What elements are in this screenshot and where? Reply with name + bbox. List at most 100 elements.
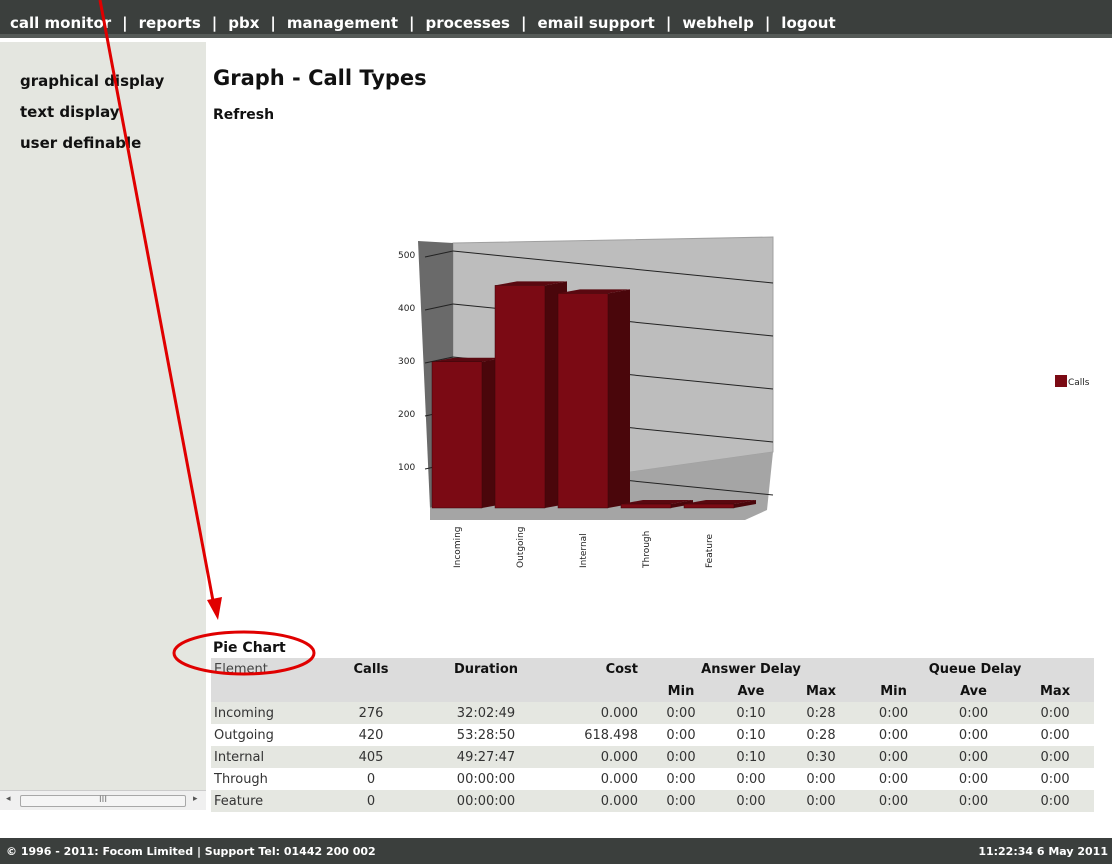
- table-cell: 0:00: [806, 771, 836, 787]
- refresh-link[interactable]: Refresh: [213, 107, 274, 123]
- table-cell: 0:00: [806, 793, 836, 809]
- table-cell: 0:00: [878, 771, 909, 787]
- table-cell-element: Internal: [214, 749, 265, 765]
- table-cell: 405: [358, 749, 384, 765]
- table-row: Incoming 276 32:02:49 0.000 0:00 0:10 0:28 0:00…: [211, 702, 1095, 724]
- legend-swatch: [1055, 375, 1067, 387]
- nav-processes[interactable]: processes: [425, 14, 509, 32]
- column-header-duration: Duration: [453, 661, 519, 677]
- table-cell: 0:00: [878, 793, 909, 809]
- y-tick-label: 500: [398, 251, 415, 261]
- nav-management[interactable]: management: [287, 14, 398, 32]
- table-cell: 0:10: [736, 727, 766, 743]
- table-cell: 0:00: [666, 793, 696, 809]
- table-cell: 0:10: [736, 749, 766, 765]
- bar: [431, 361, 483, 509]
- subheader-spacer: [551, 680, 646, 702]
- nav-reports[interactable]: reports: [139, 14, 201, 32]
- sidebar-horizontal-scrollbar[interactable]: ◂ III ▸: [0, 790, 206, 810]
- scroll-right-arrow-icon[interactable]: ▸: [193, 794, 198, 804]
- subheader-spacer: [421, 680, 551, 702]
- nav-pbx[interactable]: pbx: [228, 14, 259, 32]
- nav-separator: |: [409, 14, 415, 32]
- table-cell: 0:00: [958, 793, 989, 809]
- table-row: Internal 405 49:27:47 0.000 0:00 0:10 0:30 0:00…: [211, 746, 1095, 768]
- table-cell: 0:00: [666, 771, 696, 787]
- table-cell: 0:00: [958, 749, 989, 765]
- column-header-cost: Cost: [605, 661, 638, 677]
- pie-chart-link[interactable]: Pie Chart: [213, 640, 286, 656]
- table-row: Feature 0 00:00:00 0.000 0:00 0:00 0:00 0:00 0:0…: [211, 790, 1095, 812]
- bar: [683, 503, 735, 509]
- table-cell: 0: [366, 771, 376, 787]
- sidebar-item-text-display[interactable]: text display: [20, 103, 120, 121]
- x-tick-label: Through: [642, 531, 652, 569]
- table-cell: 276: [358, 705, 384, 721]
- table-cell: 0:00: [878, 727, 909, 743]
- nav-email-support[interactable]: email support: [537, 14, 654, 32]
- annotation-arrow-head-icon: [207, 597, 222, 620]
- legend-label: Calls: [1068, 378, 1090, 388]
- x-tick-label: Feature: [705, 534, 715, 568]
- table-cell: 0:00: [666, 705, 696, 721]
- table-cell: 0:00: [878, 749, 909, 765]
- table-cell: 0:00: [878, 705, 909, 721]
- nav-logout[interactable]: logout: [781, 14, 835, 32]
- table-cell: 0.000: [600, 793, 638, 809]
- table-cell-element: Feature: [214, 793, 264, 809]
- sidebar-item-user-definable[interactable]: user definable: [20, 134, 141, 152]
- subheader-queue-max: Max: [1039, 683, 1071, 699]
- y-tick-label: 200: [398, 410, 415, 420]
- table-cell: 32:02:49: [456, 705, 516, 721]
- table-cell: 618.498: [584, 727, 638, 743]
- subheader-answer-min: Min: [667, 683, 695, 699]
- nav-call-monitor[interactable]: call monitor: [10, 14, 111, 32]
- call-types-table: Element Calls Duration Cost Answer Delay…: [211, 658, 1095, 812]
- sidebar-item-graphical-display[interactable]: graphical display: [20, 72, 164, 90]
- table-cell: 0:00: [736, 771, 766, 787]
- table-cell: 0.000: [600, 749, 638, 765]
- subheader-queue-min: Min: [880, 683, 907, 699]
- table-cell: 00:00:00: [456, 771, 516, 787]
- table-cell: 0:00: [1040, 749, 1070, 765]
- table-cell: 49:27:47: [456, 749, 516, 765]
- table-cell: 0:00: [666, 749, 696, 765]
- page-title: Graph - Call Types: [213, 66, 427, 90]
- table-cell: 0:00: [666, 727, 696, 743]
- table-cell-element: Through: [214, 771, 268, 787]
- subheader-queue-ave: Ave: [960, 683, 987, 699]
- table-cell: 0:00: [1040, 771, 1070, 787]
- table-row: Outgoing 420 53:28:50 618.498 0:00 0:10 0:28 0:…: [211, 724, 1095, 746]
- table-cell: 53:28:50: [456, 727, 516, 743]
- table-cell: 00:00:00: [456, 793, 516, 809]
- table-cell: 0.000: [600, 771, 638, 787]
- nav-separator: |: [122, 14, 128, 32]
- table-cell: 0:28: [806, 705, 836, 721]
- table-cell: 0:00: [1040, 793, 1070, 809]
- nav-webhelp[interactable]: webhelp: [682, 14, 754, 32]
- bar: [557, 293, 609, 509]
- nav-separator: |: [665, 14, 672, 32]
- footer-copyright: © 1996 - 2011: Focom Limited | Support T…: [6, 845, 376, 858]
- column-header-answer-delay: Answer Delay: [701, 661, 801, 677]
- subheader-spacer: [211, 680, 321, 702]
- table-subheader-row: Min Ave Max Min Ave Max: [211, 680, 1095, 702]
- y-tick-label: 100: [398, 463, 415, 473]
- top-nav-menu: call monitor | reports | pbx | managemen…: [10, 14, 836, 32]
- footer-bar: © 1996 - 2011: Focom Limited | Support T…: [0, 838, 1112, 864]
- column-header-element: Element: [214, 661, 268, 677]
- subheader-answer-ave: Ave: [737, 683, 765, 699]
- table-cell: 0:00: [1040, 705, 1070, 721]
- scroll-left-arrow-icon[interactable]: ◂: [6, 794, 11, 804]
- bar-side: [608, 289, 630, 508]
- table-cell: 0:10: [736, 705, 766, 721]
- table-cell: 0:30: [806, 749, 836, 765]
- table-body: Incoming 276 32:02:49 0.000 0:00 0:10 0:28 0:00…: [211, 702, 1095, 812]
- x-tick-label: Outgoing: [516, 527, 526, 568]
- table-cell-element: Incoming: [214, 705, 274, 721]
- column-header-calls: Calls: [353, 661, 389, 677]
- table-cell: 0:28: [806, 727, 836, 743]
- scrollbar-thumb[interactable]: III: [20, 795, 186, 807]
- footer-clock: 11:22:34 6 May 2011: [978, 845, 1108, 858]
- nav-separator: |: [764, 14, 771, 32]
